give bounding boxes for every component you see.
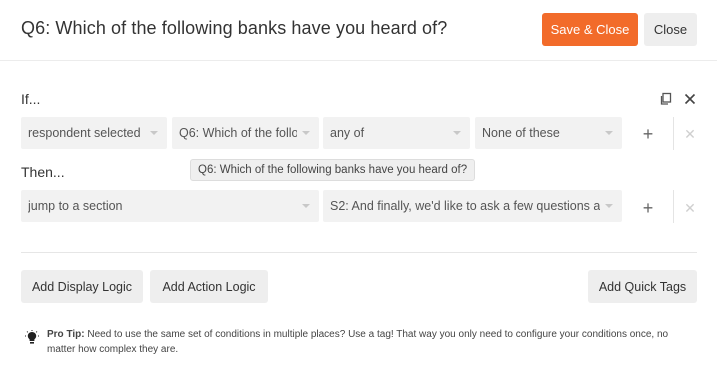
modal-title: Q6: Which of the following banks have yo… xyxy=(21,18,448,38)
action-type-value: jump to a section xyxy=(28,199,123,213)
question-tooltip: Q6: Which of the following banks have yo… xyxy=(190,159,476,181)
then-section-label: Then... xyxy=(21,164,65,180)
add-action-logic-button[interactable]: Add Action Logic xyxy=(150,270,268,303)
condition-question-value: Q6: Which of the following banks have yo… xyxy=(179,126,297,140)
modal-header: Q6: Which of the following banks have yo… xyxy=(0,0,717,61)
pro-tip-label: Pro Tip: xyxy=(47,329,85,340)
chevron-down-icon xyxy=(302,131,310,135)
condition-operator-value: any of xyxy=(330,126,365,140)
chevron-down-icon xyxy=(605,131,613,135)
condition-subject-value: respondent selected xyxy=(28,126,141,140)
close-icon[interactable] xyxy=(683,92,697,106)
action-type-select[interactable]: jump to a section xyxy=(21,190,319,222)
chevron-down-icon xyxy=(605,204,613,208)
add-display-logic-button[interactable]: Add Display Logic xyxy=(21,270,143,303)
chevron-down-icon xyxy=(302,204,310,208)
condition-value-select[interactable]: None of these xyxy=(475,117,622,149)
chevron-down-icon xyxy=(150,131,158,135)
if-section-label: If... xyxy=(21,91,41,107)
lightbulb-icon xyxy=(25,330,39,344)
condition-operator-select[interactable]: any of xyxy=(323,117,470,149)
action-target-select[interactable]: S2: And finally, we'd like to ask a few … xyxy=(323,190,622,222)
condition-question-select[interactable]: Q6: Which of the following banks have yo… xyxy=(172,117,319,149)
copy-icon[interactable] xyxy=(659,92,673,106)
divider xyxy=(673,117,674,150)
remove-action-icon[interactable]: ✕ xyxy=(683,201,697,215)
chevron-down-icon xyxy=(453,131,461,135)
pro-tip-text: Pro Tip: Need to use the same set of con… xyxy=(47,327,687,357)
save-close-button[interactable]: Save & Close xyxy=(542,13,638,46)
pro-tip-body: Need to use the same set of conditions i… xyxy=(47,329,669,355)
add-action-plus-icon[interactable]: + xyxy=(639,199,657,217)
add-condition-plus-icon[interactable]: + xyxy=(639,125,657,143)
divider xyxy=(673,190,674,223)
add-quick-tags-button[interactable]: Add Quick Tags xyxy=(588,270,697,303)
section-divider xyxy=(21,252,697,253)
action-target-value: S2: And finally, we'd like to ask a few … xyxy=(330,199,600,213)
close-button[interactable]: Close xyxy=(644,13,697,46)
remove-condition-icon[interactable]: ✕ xyxy=(683,127,697,141)
condition-value-value: None of these xyxy=(482,126,560,140)
condition-subject-select[interactable]: respondent selected xyxy=(21,117,167,149)
